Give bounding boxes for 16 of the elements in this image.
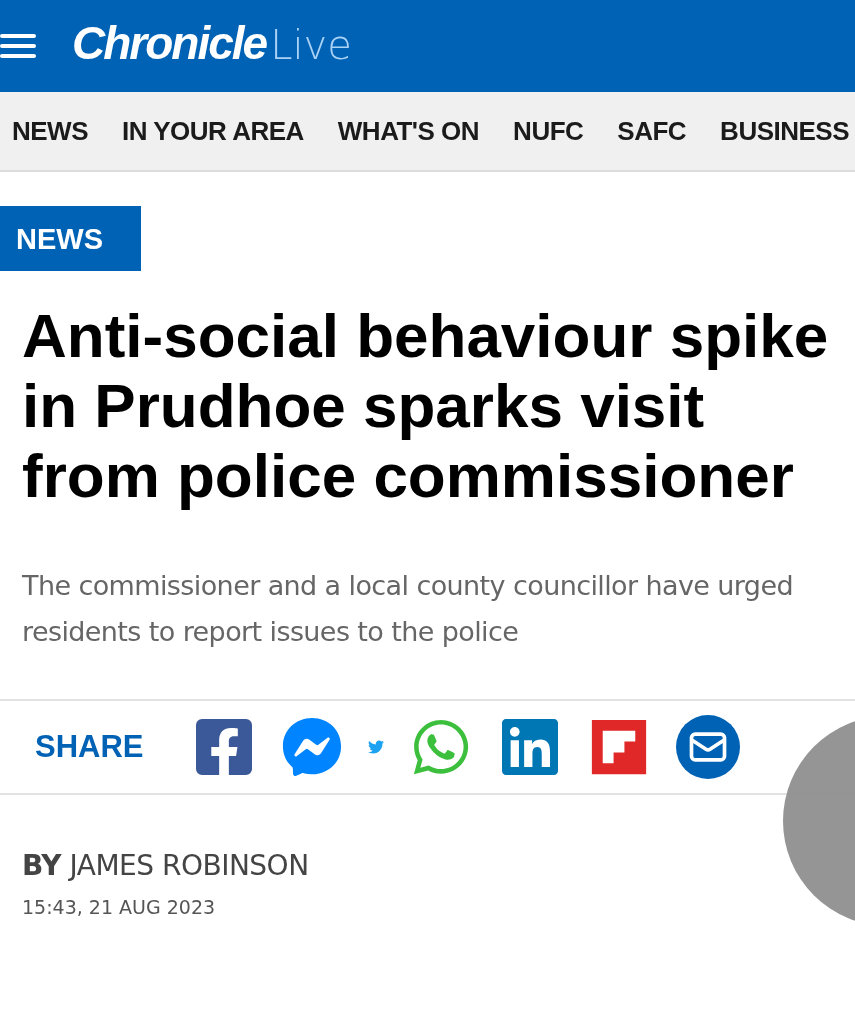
category-tag[interactable]: NEWS bbox=[0, 206, 141, 271]
site-logo[interactable]: ChronicleLive bbox=[72, 16, 352, 70]
menu-icon[interactable] bbox=[0, 32, 36, 60]
messenger-icon[interactable] bbox=[281, 717, 342, 777]
share-label: SHARE bbox=[35, 729, 144, 765]
bird-icon[interactable] bbox=[367, 739, 384, 755]
byline: BY JAMES ROBINSON bbox=[22, 849, 310, 882]
nav-link[interactable]: NEWS bbox=[12, 115, 88, 147]
nav-link[interactable]: BUSINESS bbox=[720, 115, 850, 147]
nav-link[interactable]: NUFC bbox=[513, 115, 584, 147]
publish-date: 15:43, 21 AUG 2023 bbox=[22, 896, 217, 918]
nav-link[interactable]: IN YOUR AREA bbox=[122, 115, 304, 147]
nav-link[interactable]: WHAT'S ON bbox=[337, 115, 480, 147]
standfirst: The commissioner and a local county councillor have urged residents to report issues to the police bbox=[22, 569, 794, 649]
headline: Anti-social behaviour spike in Prudhoe sparks visit from police commissioner bbox=[22, 301, 830, 511]
nav-link[interactable]: SAFC bbox=[617, 115, 687, 147]
